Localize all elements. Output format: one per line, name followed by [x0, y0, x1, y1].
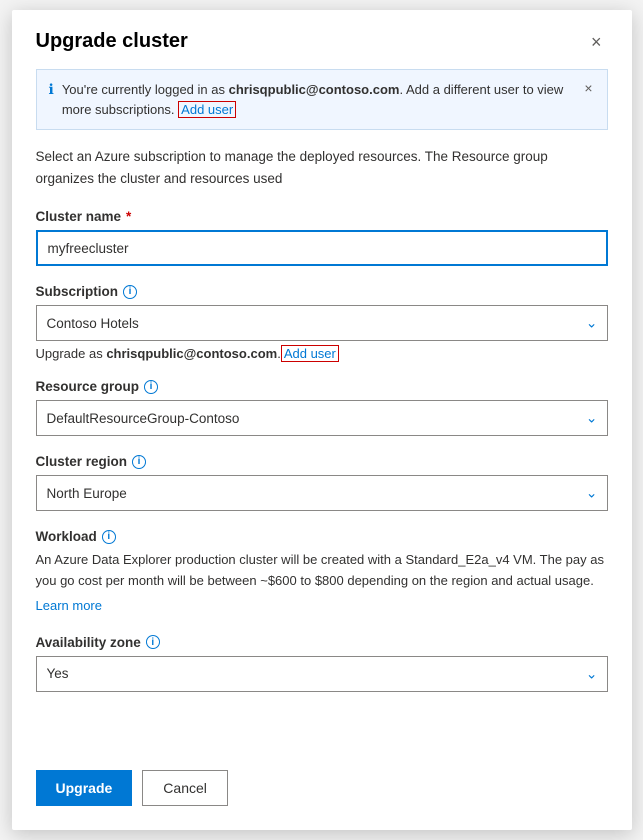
resource-group-select[interactable]: DefaultResourceGroup-Contoso [36, 400, 608, 436]
dialog-close-button[interactable]: × [585, 31, 608, 53]
resource-group-label: Resource group i [36, 379, 608, 394]
resource-group-info-icon: i [144, 380, 158, 394]
subscription-group: Subscription i Contoso Hotels ⌄ Upgrade … [36, 284, 608, 361]
cancel-button[interactable]: Cancel [142, 770, 228, 806]
info-banner-close-button[interactable]: × [582, 80, 594, 96]
description-text: Select an Azure subscription to manage t… [36, 146, 608, 189]
workload-learn-more-link[interactable]: Learn more [36, 596, 608, 617]
subscription-subtext: Upgrade as chrisqpublic@contoso.com.Add … [36, 346, 608, 361]
required-star: * [126, 209, 131, 224]
cluster-name-group: Cluster name * [36, 209, 608, 266]
upgrade-button[interactable]: Upgrade [36, 770, 133, 806]
info-banner-add-user-link[interactable]: Add user [178, 101, 236, 118]
availability-zone-select[interactable]: Yes [36, 656, 608, 692]
cluster-region-select[interactable]: North Europe [36, 475, 608, 511]
workload-info-icon: i [102, 530, 116, 544]
availability-zone-info-icon: i [146, 635, 160, 649]
cluster-name-label: Cluster name * [36, 209, 608, 224]
subscription-add-user-link[interactable]: Add user [281, 345, 339, 362]
cluster-region-label: Cluster region i [36, 454, 608, 469]
cluster-name-input[interactable] [36, 230, 608, 266]
resource-group-group: Resource group i DefaultResourceGroup-Co… [36, 379, 608, 436]
dialog-body: Select an Azure subscription to manage t… [12, 146, 632, 754]
dialog-title: Upgrade cluster [36, 30, 188, 53]
availability-zone-label: Availability zone i [36, 635, 608, 650]
availability-zone-select-wrapper: Yes ⌄ [36, 656, 608, 692]
subscription-select-wrapper: Contoso Hotels ⌄ [36, 305, 608, 341]
cluster-region-group: Cluster region i North Europe ⌄ [36, 454, 608, 511]
subscription-select[interactable]: Contoso Hotels [36, 305, 608, 341]
subscription-info-icon: i [123, 285, 137, 299]
info-banner-text: You're currently logged in as chrisqpubl… [62, 80, 574, 119]
cluster-region-info-icon: i [132, 455, 146, 469]
workload-label: Workload i [36, 529, 608, 544]
dialog-header: Upgrade cluster × [12, 10, 632, 69]
workload-description: An Azure Data Explorer production cluste… [36, 550, 608, 616]
workload-group: Workload i An Azure Data Explorer produc… [36, 529, 608, 616]
resource-group-select-wrapper: DefaultResourceGroup-Contoso ⌄ [36, 400, 608, 436]
info-banner: ℹ You're currently logged in as chrisqpu… [36, 69, 608, 130]
cluster-region-select-wrapper: North Europe ⌄ [36, 475, 608, 511]
subscription-label: Subscription i [36, 284, 608, 299]
info-icon: ℹ [49, 81, 54, 98]
upgrade-cluster-dialog: Upgrade cluster × ℹ You're currently log… [12, 10, 632, 830]
availability-zone-group: Availability zone i Yes ⌄ [36, 635, 608, 692]
dialog-footer: Upgrade Cancel [12, 754, 632, 830]
